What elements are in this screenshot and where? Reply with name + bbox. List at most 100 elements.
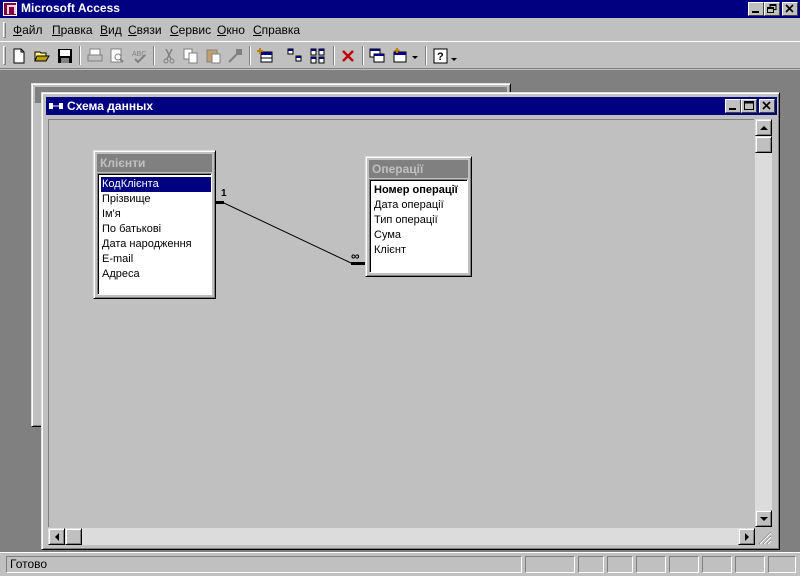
field-patronymic[interactable]: По батькові <box>101 222 162 237</box>
paste-button[interactable] <box>202 45 224 66</box>
menu-tools[interactable]: Сервис <box>170 23 211 37</box>
show-all-button[interactable] <box>307 45 329 66</box>
menu-edit[interactable]: Правка <box>52 23 93 37</box>
field-client[interactable]: Клієнт <box>373 243 407 258</box>
print-preview-button[interactable] <box>106 45 128 66</box>
toolbar-separator <box>153 46 155 65</box>
access-key-icon[interactable] <box>3 2 17 16</box>
toolbar: ABC ? <box>0 41 800 69</box>
app-title: Microsoft Access <box>21 1 120 15</box>
status-panel <box>636 556 666 573</box>
toolbar-separator <box>362 46 364 65</box>
relationships-window-title: Схема данных <box>67 99 153 113</box>
new-icon <box>13 48 25 64</box>
status-bar: Готово <box>0 552 800 576</box>
menu-file[interactable]: Файл <box>13 23 43 37</box>
arrow-up-icon <box>760 126 768 130</box>
show-all-icon <box>310 48 325 64</box>
new-object-button[interactable] <box>390 45 422 66</box>
scroll-right-button[interactable] <box>738 528 755 545</box>
print-icon <box>87 48 103 62</box>
window-maximize-button[interactable] <box>741 99 757 113</box>
scroll-left-button[interactable] <box>48 528 65 545</box>
table-clients[interactable]: Клієнти КодКлієнта Прізвище Ім'я По бать… <box>93 150 216 299</box>
menu-help[interactable]: Справка <box>253 23 300 37</box>
save-button[interactable] <box>54 45 76 66</box>
relationship-many-label: ∞ <box>351 249 360 263</box>
copy-button[interactable] <box>180 45 202 66</box>
status-panel <box>578 556 604 573</box>
menu-window[interactable]: Окно <box>217 23 245 37</box>
field-client-id[interactable]: КодКлієнта <box>101 177 211 192</box>
format-painter-button[interactable] <box>224 45 246 66</box>
menu-grip[interactable] <box>3 22 6 38</box>
print-button[interactable] <box>84 45 106 66</box>
arrow-down-icon <box>760 517 768 521</box>
field-email[interactable]: E-mail <box>101 252 134 267</box>
close-icon <box>762 101 771 110</box>
menu-relationships[interactable]: Связи <box>128 23 162 37</box>
restore-button[interactable] <box>764 2 780 16</box>
field-operation-number[interactable]: Номер операції <box>373 183 459 198</box>
paste-icon <box>206 49 221 64</box>
field-address[interactable]: Адреса <box>101 267 141 282</box>
minimize-icon <box>752 11 759 13</box>
mdi-client-area: Схема данных 1 ∞ Клієнти КодКлієнта Пріз… <box>0 70 800 552</box>
field-operation-type[interactable]: Тип операції <box>373 213 439 228</box>
copy-icon <box>183 48 198 64</box>
help-button[interactable]: ? <box>430 45 462 66</box>
size-grip-icon <box>758 531 772 545</box>
maximize-icon <box>744 101 754 110</box>
show-table-button[interactable] <box>254 45 276 66</box>
save-icon <box>58 49 72 63</box>
open-icon <box>34 51 50 62</box>
field-first-name[interactable]: Ім'я <box>101 207 122 222</box>
new-window-button[interactable] <box>366 45 388 66</box>
field-amount[interactable]: Сума <box>373 228 402 243</box>
field-surname[interactable]: Прізвище <box>101 192 152 207</box>
menu-view[interactable]: Вид <box>100 23 122 37</box>
new-object-icon <box>393 48 418 63</box>
arrow-right-icon <box>745 533 749 541</box>
app-title-bar[interactable]: Microsoft Access <box>0 0 800 18</box>
field-operation-date[interactable]: Дата операції <box>373 198 445 213</box>
status-panel <box>607 556 633 573</box>
field-birth-date[interactable]: Дата народження <box>101 237 193 252</box>
toolbar-separator <box>79 46 81 65</box>
delete-button[interactable] <box>337 45 359 66</box>
open-button[interactable] <box>31 45 53 66</box>
window-minimize-button[interactable] <box>725 99 741 113</box>
cut-button[interactable] <box>158 45 180 66</box>
relationships-window-title-bar[interactable]: Схема данных <box>46 97 777 115</box>
table-clients-title[interactable]: Клієнти <box>97 154 212 172</box>
status-text: Готово <box>6 556 522 573</box>
vertical-scroll-thumb[interactable] <box>755 136 772 153</box>
scroll-down-button[interactable] <box>755 510 772 527</box>
toolbar-separator <box>333 46 335 65</box>
relationships-icon <box>49 103 63 109</box>
table-clients-field-list[interactable]: КодКлієнта Прізвище Ім'я По батькові Дат… <box>97 173 212 295</box>
table-operations[interactable]: Операції Номер операції Дата операції Ти… <box>365 156 472 277</box>
horizontal-scrollbar[interactable] <box>48 528 755 545</box>
table-operations-field-list[interactable]: Номер операції Дата операції Тип операці… <box>369 179 468 273</box>
window-close-button[interactable] <box>759 99 775 113</box>
relationships-window[interactable]: Схема данных 1 ∞ Клієнти КодКлієнта Пріз… <box>41 92 780 550</box>
format-painter-icon <box>228 49 242 63</box>
spelling-button[interactable]: ABC <box>128 45 150 66</box>
new-button[interactable] <box>8 45 30 66</box>
vertical-scrollbar[interactable] <box>755 119 772 527</box>
status-panel <box>525 556 575 573</box>
show-direct-button[interactable] <box>284 45 306 66</box>
minimize-button[interactable] <box>748 2 764 16</box>
status-panel <box>669 556 699 573</box>
close-button[interactable] <box>782 2 798 16</box>
horizontal-scroll-thumb[interactable] <box>65 528 82 545</box>
close-icon <box>785 4 794 13</box>
size-grip[interactable] <box>755 528 772 545</box>
relationships-canvas[interactable]: 1 ∞ Клієнти КодКлієнта Прізвище Ім'я По … <box>48 119 754 527</box>
toolbar-grip[interactable] <box>3 46 6 65</box>
table-operations-title[interactable]: Операції <box>369 160 468 178</box>
scroll-up-button[interactable] <box>755 119 772 136</box>
status-panel <box>702 556 732 573</box>
relationship-one-label: 1 <box>221 188 227 199</box>
